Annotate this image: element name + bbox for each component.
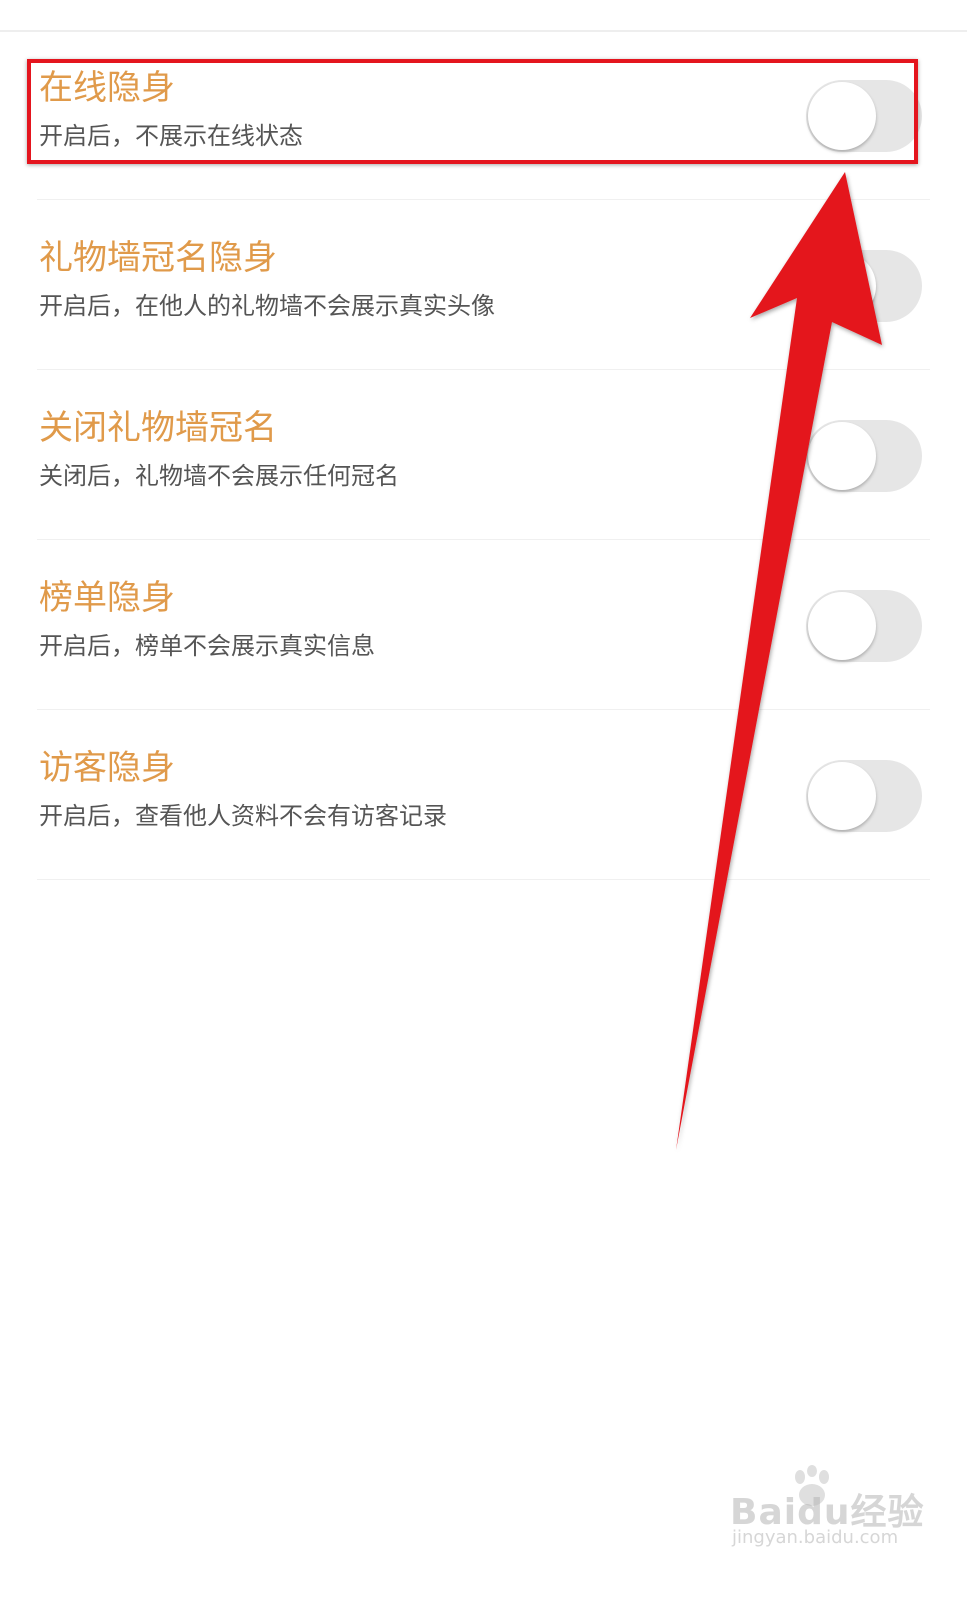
toggle-knob: [808, 762, 876, 830]
watermark-url: jingyan.baidu.com: [732, 1527, 899, 1548]
setting-description: 开启后，查看他人资料不会有访客记录: [39, 802, 447, 830]
setting-title: 礼物墙冠名隐身: [39, 238, 277, 278]
annotation-highlight-box: [27, 59, 918, 164]
visitor-invisible-toggle[interactable]: [806, 760, 922, 832]
close-gift-wall-naming-toggle[interactable]: [806, 420, 922, 492]
setting-description: 关闭后，礼物墙不会展示任何冠名: [39, 462, 399, 490]
setting-description: 开启后，榜单不会展示真实信息: [39, 632, 375, 660]
toggle-knob: [808, 422, 876, 490]
setting-description: 开启后，在他人的礼物墙不会展示真实头像: [39, 292, 495, 320]
baidu-jingyan-watermark: Baidu经验 jingyan.baidu.com: [728, 1465, 928, 1565]
setting-row-leaderboard-invisible: 榜单隐身 开启后，榜单不会展示真实信息: [37, 540, 930, 710]
setting-row-close-gift-wall-naming: 关闭礼物墙冠名 关闭后，礼物墙不会展示任何冠名: [37, 370, 930, 540]
setting-row-gift-wall-naming-invisible: 礼物墙冠名隐身 开启后，在他人的礼物墙不会展示真实头像: [37, 200, 930, 370]
leaderboard-invisible-toggle[interactable]: [806, 590, 922, 662]
toggle-knob: [808, 592, 876, 660]
gift-wall-naming-invisible-toggle[interactable]: [806, 250, 922, 322]
setting-title: 榜单隐身: [39, 578, 175, 618]
setting-title: 关闭礼物墙冠名: [39, 408, 277, 448]
setting-title: 访客隐身: [39, 748, 175, 788]
setting-row-visitor-invisible: 访客隐身 开启后，查看他人资料不会有访客记录: [37, 710, 930, 880]
toggle-knob: [808, 252, 876, 320]
